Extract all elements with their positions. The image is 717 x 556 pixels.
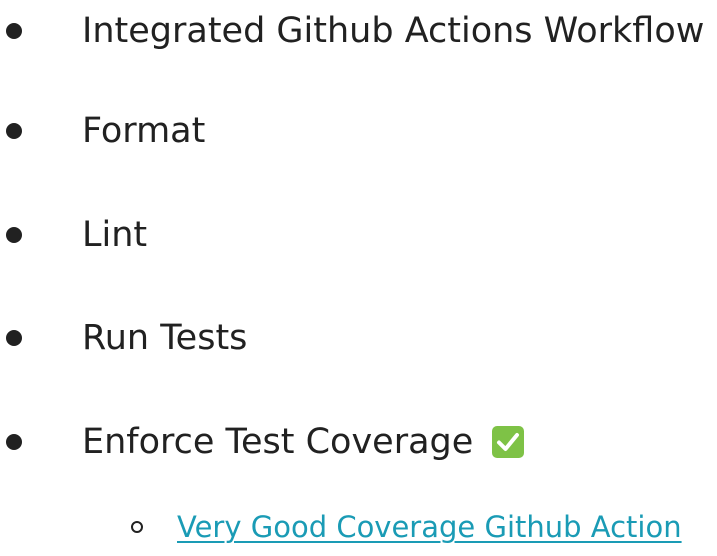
list-item-label: Lint <box>82 215 148 255</box>
bullet-icon <box>6 227 22 243</box>
bullet-icon <box>6 23 22 39</box>
list-item-label: Integrated Github Actions Workflow <box>82 11 705 51</box>
list-item-label: Enforce Test Coverage <box>82 414 525 470</box>
list-item-text: Enforce Test Coverage <box>82 422 474 462</box>
list-item-label: Format <box>82 111 206 151</box>
check-mark-button-icon <box>492 426 525 458</box>
hollow-bullet-icon <box>131 521 143 533</box>
bullet-icon <box>6 330 22 346</box>
coverage-action-link[interactable]: Very Good Coverage Github Action <box>177 505 682 549</box>
bullet-icon <box>6 434 22 450</box>
bullet-icon <box>6 123 22 139</box>
list-item-label: Run Tests <box>82 318 248 358</box>
